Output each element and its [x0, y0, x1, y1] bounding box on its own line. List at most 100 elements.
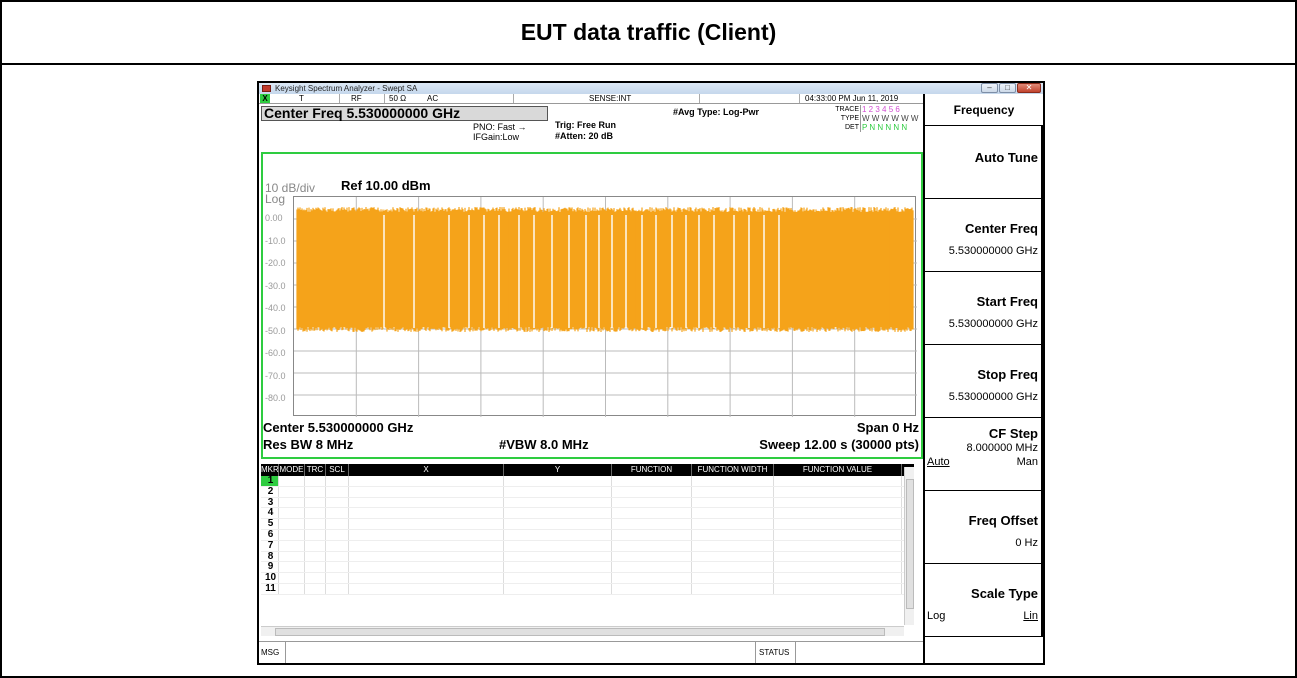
- table-row[interactable]: 11: [261, 584, 914, 595]
- table-row[interactable]: 2: [261, 486, 914, 498]
- start-freq-softkey[interactable]: Start Freq 5.530000000 GHz: [925, 272, 1043, 345]
- status-sense: SENSE:INT: [589, 94, 632, 103]
- log-label: Log: [265, 192, 286, 206]
- avg-type-label: #Avg Type: Log-Pwr: [673, 107, 760, 117]
- marker-vertical-scrollbar[interactable]: [904, 467, 914, 625]
- cf-step-man: Man: [1016, 456, 1038, 468]
- marker-column-header[interactable]: FUNCTION: [612, 464, 692, 476]
- arrow-icon: →: [517, 122, 527, 132]
- marker-table-body: 1 2 3 4 5 6 7 8 9 10 11: [261, 476, 914, 595]
- det-label: DET: [845, 124, 859, 131]
- freq-offset-value: 0 Hz: [1015, 537, 1038, 549]
- center-label: Center 5.530000000 GHz: [263, 420, 414, 435]
- softkey-panel: Frequency Auto Tune Center Freq 5.530000…: [923, 94, 1043, 663]
- freq-offset-softkey[interactable]: Freq Offset 0 Hz: [925, 491, 1043, 564]
- table-row[interactable]: 9: [261, 562, 914, 574]
- cf-step-label: CF Step: [988, 426, 1038, 441]
- marker-column-header[interactable]: FUNCTION VALUE: [774, 464, 902, 476]
- sweep-label: Sweep 12.00 s (30000 pts): [759, 437, 919, 452]
- window-title: Keysight Spectrum Analyzer - Swept SA: [275, 84, 418, 93]
- vbw-label: #VBW 8.0 MHz: [499, 437, 589, 452]
- scale-type-softkey[interactable]: Scale Type Log Lin: [925, 564, 1043, 637]
- table-row[interactable]: 6: [261, 530, 914, 541]
- status-row: X T RF 50 Ω AC SENSE:INT 04:33:00 PM Jun…: [259, 94, 923, 104]
- marker-column-header[interactable]: MODE: [279, 464, 305, 476]
- auto-tune-label: Auto Tune: [974, 150, 1038, 165]
- table-row[interactable]: 4: [261, 508, 914, 520]
- start-freq-value: 5.530000000 GHz: [948, 318, 1038, 330]
- minimize-button[interactable]: –: [981, 83, 998, 93]
- status-indicator-icon: X: [260, 94, 270, 103]
- cf-step-value: 8.000000 MHz: [966, 442, 1038, 454]
- softkey-menu-title: Frequency: [925, 94, 1043, 126]
- report-title: EUT data traffic (Client): [2, 2, 1295, 65]
- cf-step-auto: Auto: [927, 456, 950, 468]
- pno-label: PNO: Fast →: [473, 122, 527, 132]
- graph-panel[interactable]: 10 dB/div Ref 10.00 dBm Log 0.00 -10.0 -20…: [261, 152, 923, 459]
- close-button[interactable]: ✕: [1017, 83, 1041, 93]
- status-label: STATUS: [759, 648, 790, 657]
- table-row[interactable]: 3: [261, 497, 914, 509]
- analyzer-window: Keysight Spectrum Analyzer - Swept SA – …: [257, 81, 1045, 665]
- report-frame: EUT data traffic (Client) Keysight Spect…: [0, 0, 1297, 678]
- table-row[interactable]: 7: [261, 540, 914, 552]
- stop-freq-value: 5.530000000 GHz: [948, 391, 1038, 403]
- msg-label: MSG: [261, 648, 280, 657]
- table-row[interactable]: 8: [261, 551, 914, 563]
- status-impedance: 50 Ω: [389, 94, 407, 103]
- status-datetime: 04:33:00 PM Jun 11, 2019: [805, 94, 899, 103]
- status-rf: RF: [351, 94, 362, 103]
- y-tick-label: -60.0: [265, 348, 286, 358]
- plot-area[interactable]: [293, 196, 917, 417]
- trace-bursts: [296, 207, 914, 332]
- freq-offset-label: Freq Offset: [968, 513, 1038, 528]
- marker-table: MKR MODE TRC SCL X Y FUNCTION FUNCTION WIDTH FUN…: [261, 464, 914, 627]
- stop-freq-label: Stop Freq: [977, 367, 1038, 382]
- marker-column-header[interactable]: Y: [504, 464, 612, 476]
- marker-column-header[interactable]: TRC: [305, 464, 326, 476]
- trace-types: W W W W W W: [860, 114, 924, 123]
- trace-label: TRACE: [835, 106, 859, 113]
- center-freq-display[interactable]: Center Freq 5.530000000 GHz: [261, 106, 548, 121]
- window-controls: – □ ✕: [981, 83, 1041, 94]
- status-coupling: AC: [427, 94, 439, 103]
- app-icon: [262, 85, 271, 92]
- y-tick-label: -70.0: [265, 370, 286, 381]
- marker-table-header: MKR MODE TRC SCL X Y FUNCTION FUNCTION WIDTH FUN…: [261, 464, 914, 476]
- status-mode: T: [299, 94, 304, 103]
- y-tick-label: -40.0: [265, 303, 286, 313]
- auto-tune-softkey[interactable]: Auto Tune: [925, 126, 1043, 199]
- y-tick-label: -30.0: [265, 280, 286, 291]
- table-row[interactable]: 5: [261, 519, 914, 530]
- message-bar: MSG STATUS: [259, 641, 923, 663]
- ifgain-label: IFGain:Low: [473, 132, 520, 142]
- trig-label: Trig: Free Run: [555, 120, 617, 130]
- scale-type-label: Scale Type: [971, 586, 1038, 601]
- marker-column-header[interactable]: X: [349, 464, 504, 476]
- stop-freq-softkey[interactable]: Stop Freq 5.530000000 GHz: [925, 345, 1043, 418]
- table-row[interactable]: 10: [261, 573, 914, 584]
- ref-level-label: Ref 10.00 dBm: [341, 178, 431, 193]
- y-tick-label: -10.0: [265, 235, 286, 246]
- marker-column-header[interactable]: SCL: [326, 464, 349, 476]
- res-bw-label: Res BW 8 MHz: [263, 437, 354, 452]
- atten-label: #Atten: 20 dB: [555, 131, 614, 141]
- cf-step-softkey[interactable]: CF Step 8.000000 MHz Auto Man: [925, 418, 1043, 491]
- marker-horizontal-scrollbar[interactable]: [261, 626, 904, 636]
- marker-column-header[interactable]: FUNCTION WIDTH: [692, 464, 774, 476]
- trace-values: 1 2 3 4 5 6 W W W W W W P N N N N N: [860, 105, 924, 132]
- trace-numbers: 1 2 3 4 5 6: [860, 105, 924, 114]
- window-titlebar: Keysight Spectrum Analyzer - Swept SA – …: [259, 83, 1043, 94]
- scale-type-log: Log: [927, 610, 946, 622]
- center-freq-softkey[interactable]: Center Freq 5.530000000 GHz: [925, 199, 1043, 272]
- center-freq-value: 5.530000000 GHz: [948, 245, 1038, 257]
- y-tick-label: 0.00: [265, 213, 283, 223]
- table-row[interactable]: 1: [261, 476, 914, 487]
- maximize-button[interactable]: □: [999, 83, 1016, 93]
- y-tick-label: -20.0: [265, 258, 286, 268]
- trace-labels: TRACE TYPE DET: [829, 105, 859, 132]
- trace-detectors: P N N N N N: [860, 123, 924, 132]
- span-label: Span 0 Hz: [856, 420, 919, 435]
- scale-type-lin: Lin: [1023, 610, 1038, 622]
- center-freq-label: Center Freq: [965, 221, 1038, 236]
